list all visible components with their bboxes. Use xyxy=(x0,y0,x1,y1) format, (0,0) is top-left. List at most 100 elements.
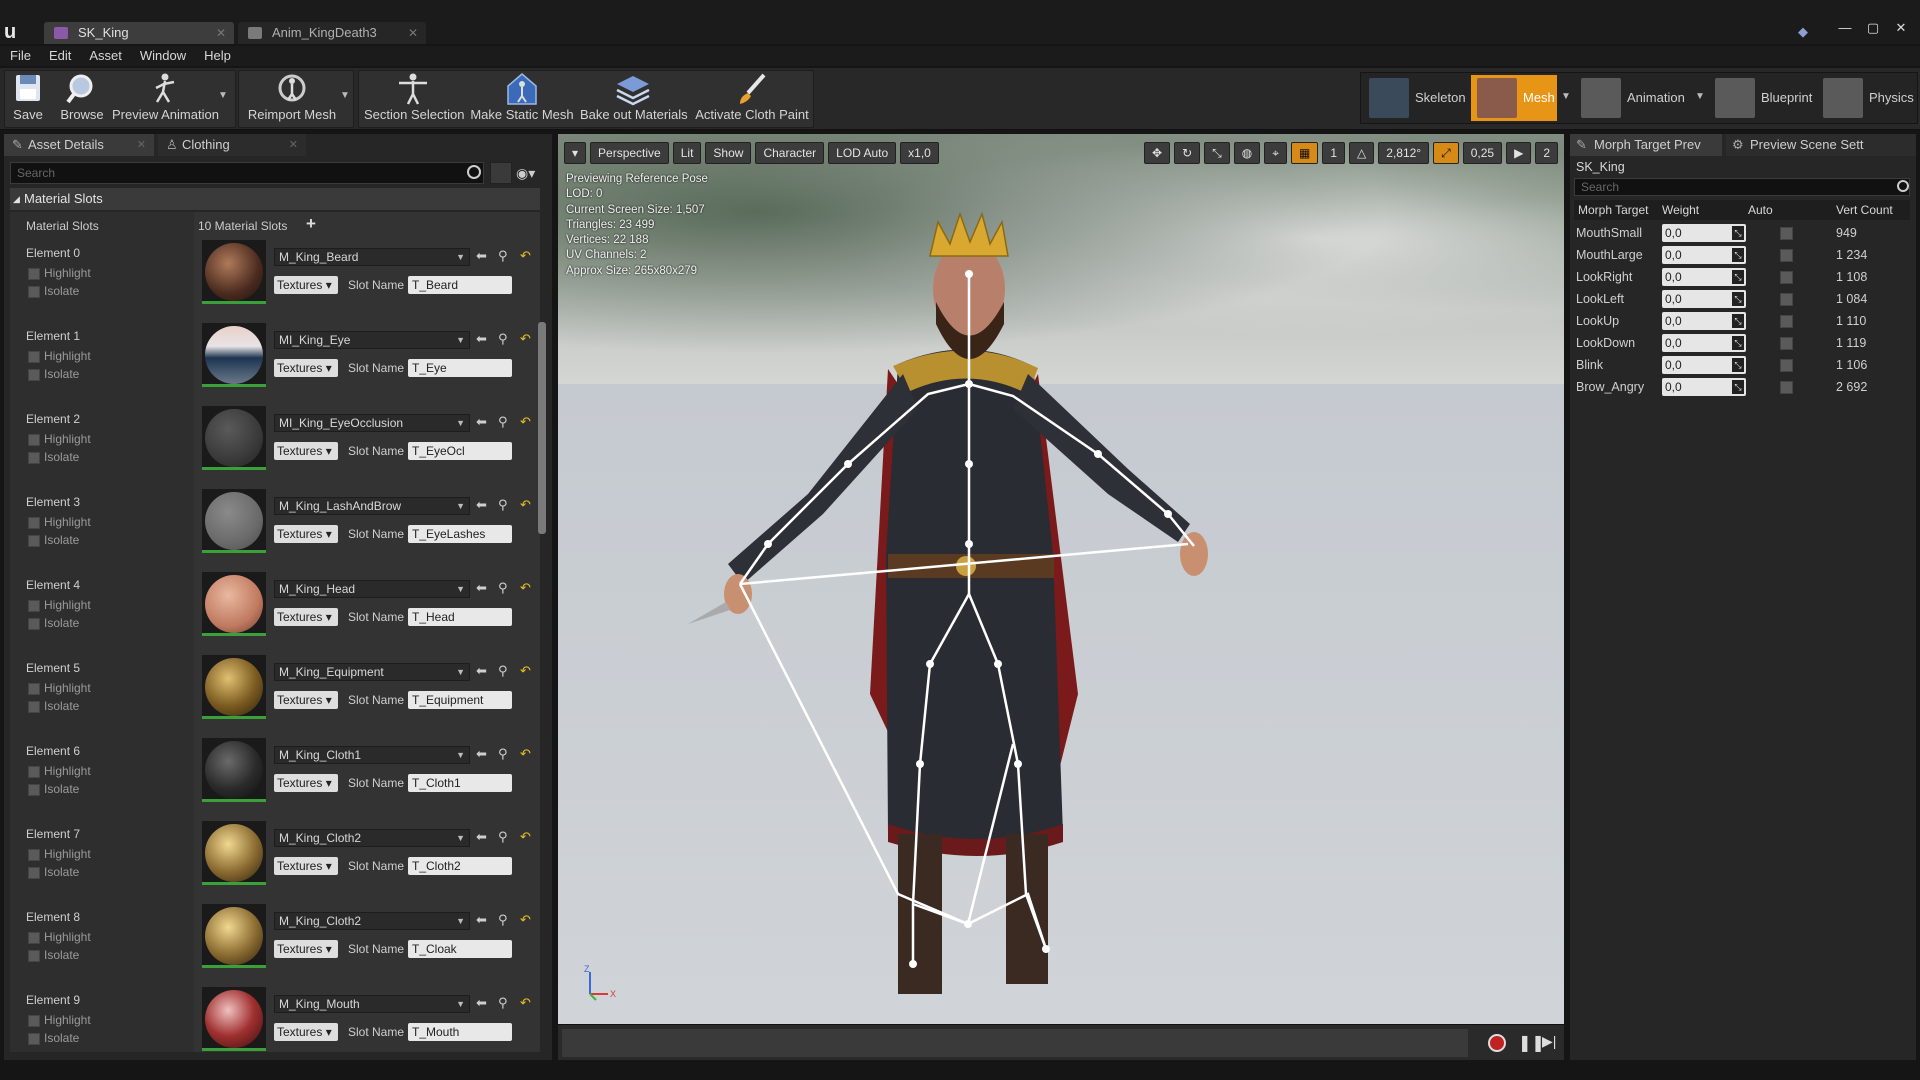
visibility-eye-icon[interactable]: ◉▾ xyxy=(516,162,546,184)
spinner-icon[interactable]: ⤡ xyxy=(1732,226,1744,240)
reset-to-default-icon[interactable]: ↶ xyxy=(520,995,531,1011)
spinner-icon[interactable]: ⤡ xyxy=(1732,380,1744,394)
auto-checkbox[interactable] xyxy=(1780,381,1793,394)
menu-asset[interactable]: Asset xyxy=(89,46,122,66)
isolate-checkbox[interactable]: Isolate xyxy=(28,865,79,879)
textures-dropdown[interactable]: Textures ▾ xyxy=(274,525,338,543)
slot-name-field[interactable]: T_EyeOcl xyxy=(408,442,512,460)
use-selected-arrow-icon[interactable]: ⬅ xyxy=(476,414,487,430)
reset-to-default-icon[interactable]: ↶ xyxy=(520,414,531,430)
column-header[interactable]: Weight xyxy=(1662,200,1699,220)
mesh-mode-dropdown-icon[interactable]: ▼ xyxy=(1561,91,1571,102)
playback-speed-button[interactable]: x1,0 xyxy=(900,142,939,164)
material-picker-combo[interactable]: M_King_Equipment ▼ xyxy=(274,663,470,681)
preview-animation-button[interactable]: Preview Animation xyxy=(112,70,219,124)
isolate-checkbox[interactable]: Isolate xyxy=(28,450,79,464)
minimize-button[interactable]: — xyxy=(1836,20,1854,42)
tab-preview-scene-settings[interactable]: ⚙ Preview Scene Sett xyxy=(1726,134,1916,156)
use-selected-arrow-icon[interactable]: ⬅ xyxy=(476,829,487,845)
bake-out-materials-button[interactable]: Bake out Materials xyxy=(580,70,688,124)
slot-name-field[interactable]: T_Cloak xyxy=(408,940,512,958)
mode-physics-button[interactable]: Physics xyxy=(1817,75,1917,121)
details-search-input[interactable]: Search xyxy=(10,162,484,184)
world-space-icon[interactable]: ◍ xyxy=(1233,142,1261,164)
material-picker-combo[interactable]: M_King_Head ▼ xyxy=(274,580,470,598)
browse-search-icon[interactable]: ⚲ xyxy=(498,663,508,679)
morph-weight-field[interactable]: 0,0 ⤡ xyxy=(1662,312,1746,330)
checkbox-box[interactable] xyxy=(28,368,40,381)
menu-window[interactable]: Window xyxy=(140,46,186,66)
isolate-checkbox[interactable]: Isolate xyxy=(28,367,79,381)
checkbox-box[interactable] xyxy=(28,534,40,547)
auto-checkbox[interactable] xyxy=(1780,359,1793,372)
slot-name-field[interactable]: T_Equipment xyxy=(408,691,512,709)
slot-name-field[interactable]: T_Cloth1 xyxy=(408,774,512,792)
checkbox-box[interactable] xyxy=(28,700,40,713)
textures-dropdown[interactable]: Textures ▾ xyxy=(274,940,338,958)
morph-weight-field[interactable]: 0,0 ⤡ xyxy=(1662,268,1746,286)
morph-weight-field[interactable]: 0,0 ⤡ xyxy=(1662,356,1746,374)
material-thumbnail[interactable] xyxy=(202,655,266,719)
highlight-checkbox[interactable]: Highlight xyxy=(28,266,91,280)
save-button[interactable]: Save xyxy=(8,70,48,124)
column-header[interactable]: Auto xyxy=(1748,200,1773,220)
slot-name-field[interactable]: T_Cloth2 xyxy=(408,857,512,875)
slot-name-field[interactable]: T_Beard xyxy=(408,276,512,294)
spinner-icon[interactable]: ⤡ xyxy=(1732,336,1744,350)
highlight-checkbox[interactable]: Highlight xyxy=(28,349,91,363)
textures-dropdown[interactable]: Textures ▾ xyxy=(274,359,338,377)
isolate-checkbox[interactable]: Isolate xyxy=(28,782,79,796)
checkbox-box[interactable] xyxy=(28,433,40,446)
material-picker-combo[interactable]: M_King_Beard ▼ xyxy=(274,248,470,266)
view-options-grid-icon[interactable] xyxy=(490,162,512,184)
lod-auto-button[interactable]: LOD Auto xyxy=(828,142,897,164)
reset-to-default-icon[interactable]: ↶ xyxy=(520,331,531,347)
checkbox-box[interactable] xyxy=(28,1014,40,1027)
material-picker-combo[interactable]: M_King_LashAndBrow ▼ xyxy=(274,497,470,515)
checkbox-box[interactable] xyxy=(28,1032,40,1045)
close-window-button[interactable]: ✕ xyxy=(1892,20,1910,42)
material-thumbnail[interactable] xyxy=(202,821,266,885)
scale-icon[interactable]: ⤡ xyxy=(1204,142,1230,164)
browse-search-icon[interactable]: ⚲ xyxy=(498,331,508,347)
isolate-checkbox[interactable]: Isolate xyxy=(28,616,79,630)
morph-weight-field[interactable]: 0,0 ⤡ xyxy=(1662,246,1746,264)
use-selected-arrow-icon[interactable]: ⬅ xyxy=(476,497,487,513)
material-thumbnail[interactable] xyxy=(202,738,266,802)
auto-checkbox[interactable] xyxy=(1780,293,1793,306)
menu-file[interactable]: File xyxy=(10,46,31,66)
textures-dropdown[interactable]: Textures ▾ xyxy=(274,857,338,875)
column-header[interactable]: Morph Target xyxy=(1578,200,1648,220)
textures-dropdown[interactable]: Textures ▾ xyxy=(274,442,338,460)
material-thumbnail[interactable] xyxy=(202,406,266,470)
highlight-checkbox[interactable]: Highlight xyxy=(28,432,91,446)
maximize-button[interactable]: ▢ xyxy=(1864,20,1882,42)
tab-anim-kingdeath3[interactable]: Anim_KingDeath3 ✕ xyxy=(238,22,426,44)
slot-name-field[interactable]: T_Head xyxy=(408,608,512,626)
scale-snap-icon[interactable]: ⤢ xyxy=(1433,142,1459,164)
morph-weight-field[interactable]: 0,0 ⤡ xyxy=(1662,334,1746,352)
checkbox-box[interactable] xyxy=(28,350,40,363)
menu-edit[interactable]: Edit xyxy=(49,46,71,66)
use-selected-arrow-icon[interactable]: ⬅ xyxy=(476,331,487,347)
tab-morph-target-preview[interactable]: ✎ Morph Target Prev xyxy=(1570,134,1722,156)
reset-to-default-icon[interactable]: ↶ xyxy=(520,663,531,679)
auto-checkbox[interactable] xyxy=(1780,227,1793,240)
auto-checkbox[interactable] xyxy=(1780,249,1793,262)
checkbox-box[interactable] xyxy=(28,682,40,695)
checkbox-box[interactable] xyxy=(28,285,40,298)
spinner-icon[interactable]: ⤡ xyxy=(1732,314,1744,328)
textures-dropdown[interactable]: Textures ▾ xyxy=(274,276,338,294)
mode-blueprint-button[interactable]: Blueprint xyxy=(1709,75,1819,121)
slot-name-field[interactable]: T_Mouth xyxy=(408,1023,512,1041)
browse-search-icon[interactable]: ⚲ xyxy=(498,995,508,1011)
isolate-checkbox[interactable]: Isolate xyxy=(28,699,79,713)
browse-search-icon[interactable]: ⚲ xyxy=(498,746,508,762)
auto-checkbox[interactable] xyxy=(1780,315,1793,328)
surface-snap-icon[interactable]: ⌖ xyxy=(1264,142,1288,164)
make-static-mesh-button[interactable]: Make Static Mesh xyxy=(470,70,574,124)
checkbox-box[interactable] xyxy=(28,949,40,962)
mode-skeleton-button[interactable]: Skeleton xyxy=(1363,75,1469,121)
slot-name-field[interactable]: T_EyeLashes xyxy=(408,525,512,543)
checkbox-box[interactable] xyxy=(28,599,40,612)
